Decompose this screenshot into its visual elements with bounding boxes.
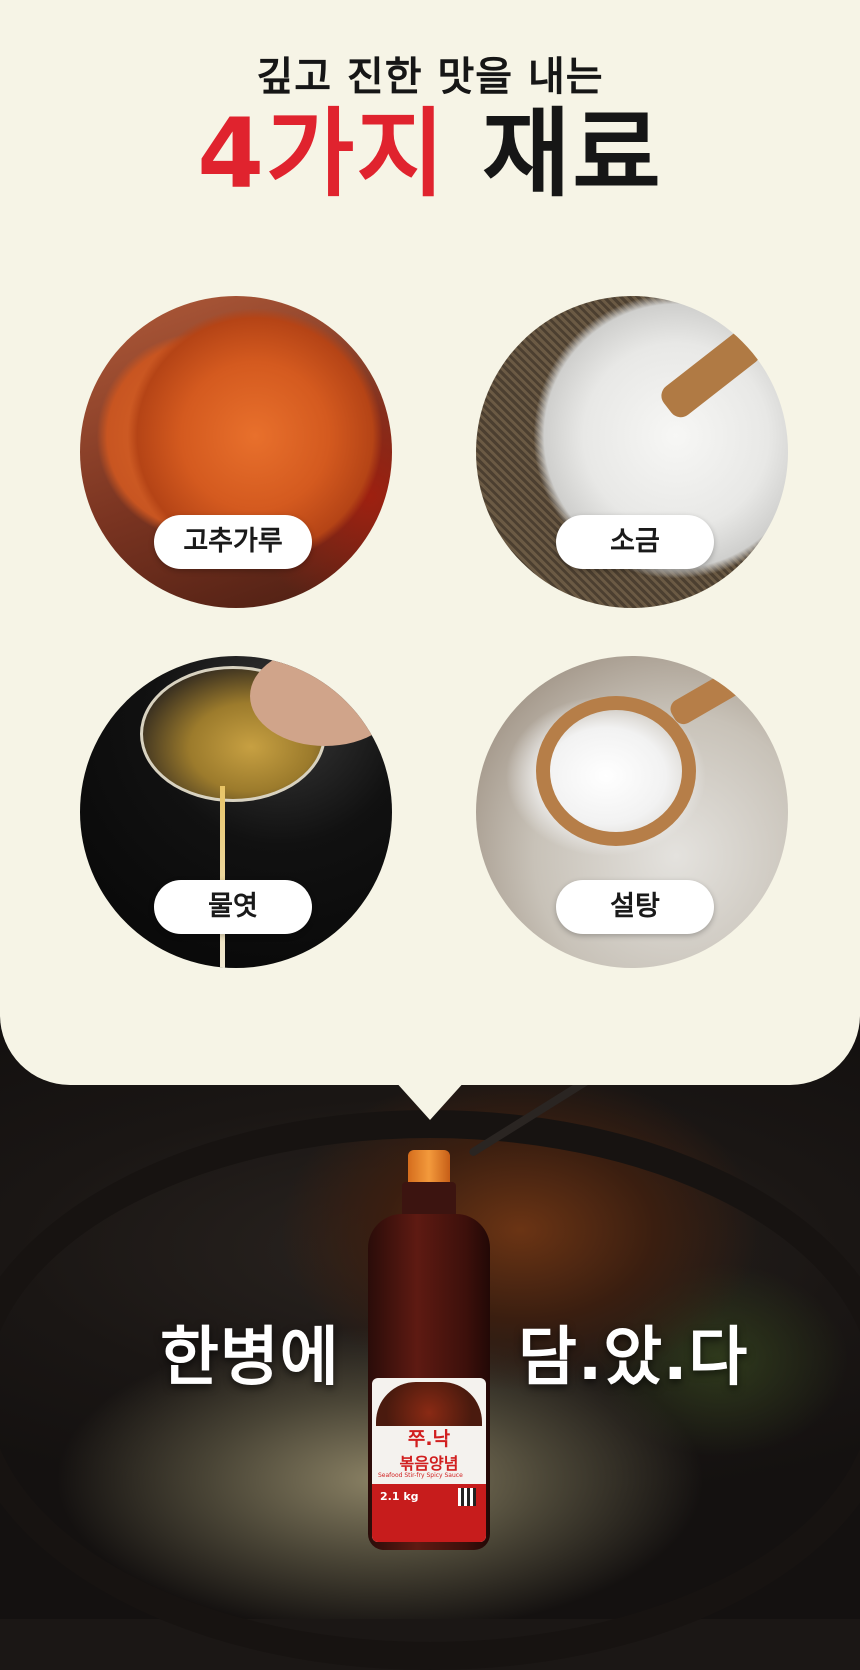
sauce-bottle: 쭈.낙 볶음양념 Seafood Stir-fry Spicy Sauce 2.…	[364, 1150, 494, 1550]
ingredient-label-chili-powder: 고추가루	[154, 515, 312, 569]
tagline-right: 담.았.다	[518, 1321, 749, 1395]
bottle-weight: 2.1 kg	[380, 1490, 419, 1503]
tagline-left: 한병에	[160, 1321, 340, 1395]
heading-highlight: 4가지	[197, 98, 447, 210]
bottle-brand: 쭈.낙	[407, 1428, 451, 1450]
syrup-drip	[220, 786, 225, 968]
bottle-label-food-image	[376, 1382, 482, 1426]
ingredient-label-syrup: 물엿	[154, 880, 312, 934]
qr-code-icon	[458, 1488, 476, 1506]
wooden-scoop	[656, 325, 766, 423]
bottle-label: 쭈.낙 볶음양념 Seafood Stir-fry Spicy Sauce 2.…	[372, 1378, 486, 1542]
ingredient-label-salt: 소금	[556, 515, 714, 569]
heading-line1: 깊고 진한 맛을 내는	[256, 54, 604, 100]
speech-bubble-pointer	[394, 1080, 466, 1120]
heading-rest: 재료	[482, 98, 663, 210]
bottle-subtitle: Seafood Stir-fry Spicy Sauce	[378, 1472, 463, 1479]
wooden-spoon	[536, 696, 696, 846]
heading-line2: 4가지 재료	[0, 104, 860, 205]
bottle-cap	[408, 1150, 450, 1184]
bottle-product-name: 볶음양념	[399, 1454, 459, 1473]
ingredient-label-sugar: 설탕	[556, 880, 714, 934]
